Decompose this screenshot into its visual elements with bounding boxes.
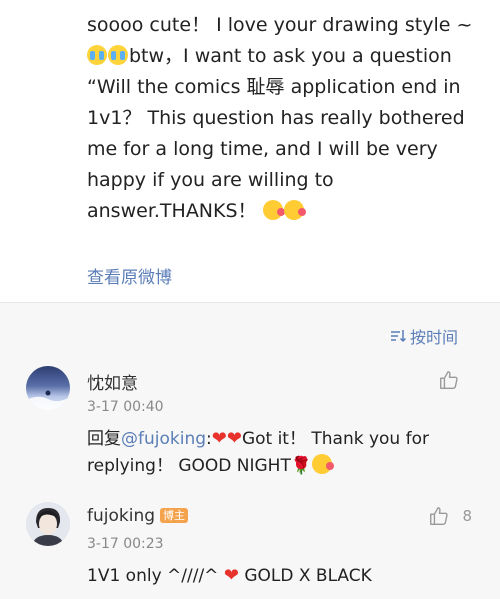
- post-text-part1: soooo cute！ I love your drawing style ~: [87, 14, 479, 36]
- view-original-link[interactable]: 查看原微博: [87, 263, 172, 288]
- comment-author[interactable]: 忱如意: [87, 369, 138, 394]
- author-name[interactable]: fujoking: [87, 506, 155, 526]
- author-badge: 博主: [160, 508, 189, 523]
- like-count: 8: [462, 507, 472, 525]
- sort-label: 按时间: [409, 328, 458, 347]
- sort-by-time-button[interactable]: 按时间: [390, 324, 458, 348]
- post-text-part2: btw，I want to ask you a question “Will t…: [87, 45, 471, 222]
- like-button[interactable]: [438, 369, 472, 391]
- comment-text: 回复@fujoking:❤❤Got it！ Thank you for repl…: [87, 425, 477, 480]
- post-card: soooo cute！ I love your drawing style ~ …: [0, 0, 500, 303]
- avatar[interactable]: [26, 502, 70, 546]
- heart-icon: ❤❤: [211, 428, 242, 449]
- kiss-emoji-icon: [283, 200, 306, 220]
- comment-author: fujoking 博主: [87, 506, 189, 526]
- heart-icon: ❤: [223, 565, 239, 586]
- reply-prefix: 回复: [87, 429, 121, 449]
- comment-body-a: 1V1 only ^////^: [87, 566, 224, 586]
- comment-body-b: GOLD X BLACK: [238, 566, 372, 586]
- kiss-emoji-icon: [262, 200, 285, 220]
- crying-emoji-icon: [108, 45, 128, 65]
- avatar-image: [26, 390, 70, 410]
- thumbs-up-icon: [430, 507, 449, 525]
- comment-text: 1V1 only ^////^ ❤ GOLD X BLACK: [87, 562, 477, 590]
- avatar[interactable]: [26, 366, 70, 410]
- rose-icon: 🌹: [290, 456, 313, 476]
- avatar-image: [26, 502, 70, 546]
- post-text: soooo cute！ I love your drawing style ~ …: [87, 10, 482, 227]
- comment-time: 3-17 00:40: [87, 399, 164, 415]
- sort-icon: [390, 330, 406, 343]
- like-button[interactable]: 8: [428, 505, 472, 527]
- thumbs-up-icon: [440, 371, 458, 389]
- comment-time: 3-17 00:23: [87, 536, 164, 552]
- mention-link[interactable]: @fujoking: [121, 429, 206, 449]
- kiss-emoji-icon: [312, 454, 335, 474]
- crying-emoji-icon: [87, 45, 107, 65]
